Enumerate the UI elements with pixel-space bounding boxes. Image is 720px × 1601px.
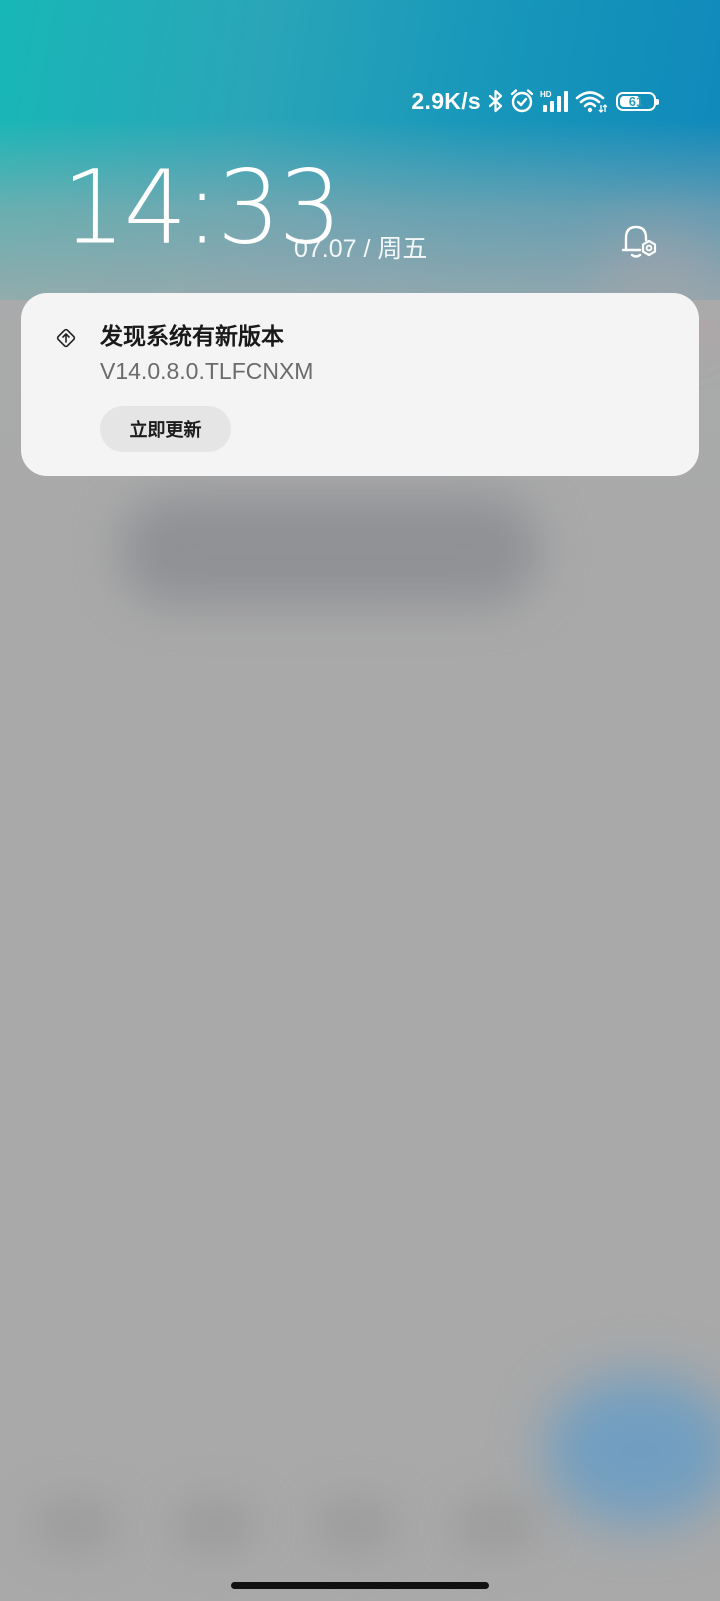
battery-cap (656, 98, 659, 105)
network-speed: 2.9K/s (411, 87, 481, 114)
notification-title: 发现系统有新版本 (100, 324, 284, 350)
system-update-icon (55, 327, 77, 349)
hd-label: HD (540, 90, 552, 99)
wifi-icon (575, 89, 607, 113)
wallpaper-blur-accent (545, 1375, 720, 1525)
wallpaper-blur-dock (30, 1495, 120, 1555)
home-indicator[interactable] (231, 1582, 489, 1589)
wallpaper-blur-dock (170, 1495, 260, 1555)
bell-settings-icon[interactable] (620, 222, 660, 262)
wallpaper-blur-dock (310, 1495, 400, 1555)
alarm-icon (509, 88, 535, 114)
update-now-button[interactable]: 立即更新 (100, 406, 231, 452)
notification-card[interactable]: 发现系统有新版本 V14.0.8.0.TLFCNXM 立即更新 (21, 293, 699, 476)
battery-icon: 61 (616, 91, 659, 111)
wallpaper-blur-dock (450, 1495, 540, 1555)
hd-signal-icon: HD (540, 89, 570, 113)
bluetooth-icon (488, 89, 504, 113)
lockscreen-date: 07.07 / 周五 (294, 235, 428, 263)
status-bar: 2.9K/s HD 61 (411, 86, 659, 116)
notification-body: V14.0.8.0.TLFCNXM (100, 358, 314, 384)
battery-level: 61 (628, 93, 644, 109)
wallpaper-blur-shadow (120, 495, 540, 605)
